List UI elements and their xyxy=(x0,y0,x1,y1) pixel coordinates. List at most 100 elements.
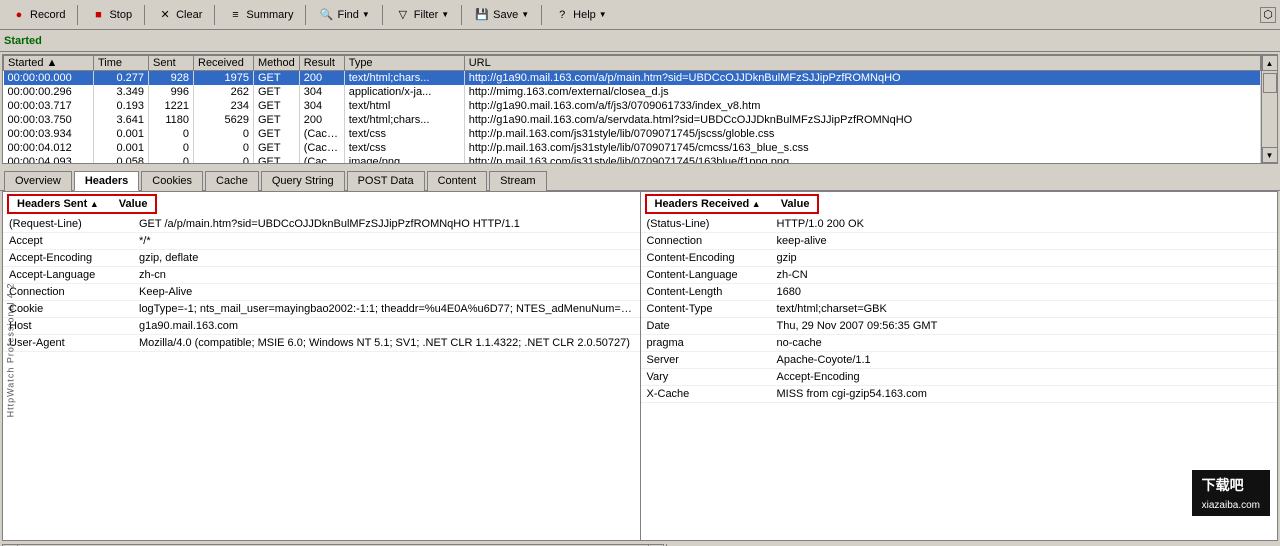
help-icon: ? xyxy=(554,7,570,23)
list-item: User-AgentMozilla/4.0 (compatible; MSIE … xyxy=(3,335,640,352)
detail-container: Headers Sent Value (Request-Line)GET /a/… xyxy=(2,191,1278,541)
table-row[interactable]: 00:00:03.7503.64111805629GET200text/html… xyxy=(4,113,1277,127)
tabs-container: Overview Headers Cookies Cache Query Str… xyxy=(0,166,1280,191)
scroll-up-button[interactable]: ▲ xyxy=(1262,55,1278,71)
status-bar-top: Started xyxy=(0,30,1280,52)
summary-label: Summary xyxy=(246,9,293,21)
record-label: Record xyxy=(30,9,65,21)
side-label: HttpWatch Professional 4.2 xyxy=(5,283,15,418)
expand-button[interactable]: ⬡ xyxy=(1260,7,1276,23)
list-item: Content-Languagezh-CN xyxy=(641,267,1278,284)
left-panel-header-box: Headers Sent Value xyxy=(7,194,157,214)
help-dropdown-icon: ▼ xyxy=(599,10,607,19)
save-label: Save xyxy=(493,9,518,21)
filter-icon: ▽ xyxy=(395,7,411,23)
list-item: Content-Length1680 xyxy=(641,284,1278,301)
toolbar: ● Record ■ Stop ✕ Clear ≡ Summary 🔍 Find… xyxy=(0,0,1280,30)
stop-label: Stop xyxy=(109,9,132,21)
summary-icon: ≡ xyxy=(227,7,243,23)
col-started-header[interactable]: Started ▲ xyxy=(4,56,94,71)
left-panel: Headers Sent Value (Request-Line)GET /a/… xyxy=(3,192,641,540)
tab-headers[interactable]: Headers xyxy=(74,171,139,191)
table-row[interactable]: 00:00:03.7170.1931221234GET304text/htmlh… xyxy=(4,99,1277,113)
separator-3 xyxy=(214,5,215,25)
vertical-scrollbar[interactable]: ▲ ▼ xyxy=(1261,55,1277,163)
list-item: Content-Encodinggzip xyxy=(641,250,1278,267)
save-icon: 💾 xyxy=(474,7,490,23)
stop-icon: ■ xyxy=(90,7,106,23)
left-panel-content: (Request-Line)GET /a/p/main.htm?sid=UBDC… xyxy=(3,216,640,540)
left-col-headers-sent[interactable]: Headers Sent xyxy=(17,198,99,210)
list-item: pragmano-cache xyxy=(641,335,1278,352)
find-icon: 🔍 xyxy=(318,7,334,23)
tab-content[interactable]: Content xyxy=(427,171,488,191)
col-result-header[interactable]: Result xyxy=(299,56,344,71)
help-label: Help xyxy=(573,9,596,21)
col-sent-header[interactable]: Sent xyxy=(149,56,194,71)
filter-label: Filter xyxy=(414,9,438,21)
table-row[interactable]: 00:00:00.0000.2779281975GET200text/html;… xyxy=(4,71,1277,86)
list-item: VaryAccept-Encoding xyxy=(641,369,1278,386)
left-col-value[interactable]: Value xyxy=(119,198,148,210)
separator-5 xyxy=(382,5,383,25)
record-button[interactable]: ● Record xyxy=(4,3,72,27)
scroll-down-button[interactable]: ▼ xyxy=(1262,147,1278,163)
col-type-header[interactable]: Type xyxy=(344,56,464,71)
request-table: Started ▲ Time Sent Received Method Resu… xyxy=(3,55,1277,164)
tab-query-string[interactable]: Query String xyxy=(261,171,345,191)
tab-cookies[interactable]: Cookies xyxy=(141,171,203,191)
separator-7 xyxy=(541,5,542,25)
list-item: Connectionkeep-alive xyxy=(641,233,1278,250)
tab-cache[interactable]: Cache xyxy=(205,171,259,191)
table-row[interactable]: 00:00:04.0120.00100GET(Cache)text/csshtt… xyxy=(4,141,1277,155)
separator-6 xyxy=(461,5,462,25)
separator-4 xyxy=(305,5,306,25)
filter-button[interactable]: ▽ Filter ▼ xyxy=(388,3,456,27)
right-data-table: (Status-Line)HTTP/1.0 200 OKConnectionke… xyxy=(641,216,1278,403)
col-received-header[interactable]: Received xyxy=(194,56,254,71)
table-row[interactable]: 00:00:04.0930.05800GET(Cache)image/pnght… xyxy=(4,155,1277,164)
scroll-thumb[interactable] xyxy=(1263,73,1277,93)
save-dropdown-icon: ▼ xyxy=(521,10,529,19)
col-method-header[interactable]: Method xyxy=(254,56,300,71)
filter-dropdown-icon: ▼ xyxy=(441,10,449,19)
list-item: DateThu, 29 Nov 2007 09:56:35 GMT xyxy=(641,318,1278,335)
status-label: Started xyxy=(4,35,42,47)
help-button[interactable]: ? Help ▼ xyxy=(547,3,614,27)
save-button[interactable]: 💾 Save ▼ xyxy=(467,3,536,27)
find-dropdown-icon: ▼ xyxy=(362,10,370,19)
separator-1 xyxy=(77,5,78,25)
list-item: Accept-Encodinggzip, deflate xyxy=(3,250,640,267)
left-data-table: (Request-Line)GET /a/p/main.htm?sid=UBDC… xyxy=(3,216,640,352)
tab-stream[interactable]: Stream xyxy=(489,171,546,191)
side-label-container: HttpWatch Professional 4.2 xyxy=(0,250,20,450)
request-table-container: Started ▲ Time Sent Received Method Resu… xyxy=(2,54,1278,164)
left-panel-header: Headers Sent Value xyxy=(3,192,640,216)
right-panel-header-box: Headers Received Value xyxy=(645,194,820,214)
clear-icon: ✕ xyxy=(157,7,173,23)
table-row[interactable]: 00:00:00.2963.349996262GET304application… xyxy=(4,85,1277,99)
col-time-header[interactable]: Time xyxy=(94,56,149,71)
list-item: Accept*/* xyxy=(3,233,640,250)
stop-button[interactable]: ■ Stop xyxy=(83,3,139,27)
list-item: Content-Typetext/html;charset=GBK xyxy=(641,301,1278,318)
right-col-value[interactable]: Value xyxy=(781,198,810,210)
list-item: (Request-Line)GET /a/p/main.htm?sid=UBDC… xyxy=(3,216,640,233)
summary-button[interactable]: ≡ Summary xyxy=(220,3,300,27)
list-item: ConnectionKeep-Alive xyxy=(3,284,640,301)
col-url-header[interactable]: URL xyxy=(464,56,1260,71)
right-panel: Headers Received Value (Status-Line)HTTP… xyxy=(641,192,1278,540)
separator-2 xyxy=(144,5,145,25)
list-item: Accept-Languagezh-cn xyxy=(3,267,640,284)
list-item: Hostg1a90.mail.163.com xyxy=(3,318,640,335)
tab-overview[interactable]: Overview xyxy=(4,171,72,191)
right-col-headers-received[interactable]: Headers Received xyxy=(655,198,761,210)
tab-post-data[interactable]: POST Data xyxy=(347,171,425,191)
watermark: 下载吧 xiazaiba.com xyxy=(1192,470,1270,516)
table-row[interactable]: 00:00:03.9340.00100GET(Cache)text/csshtt… xyxy=(4,127,1277,141)
clear-label: Clear xyxy=(176,9,202,21)
clear-button[interactable]: ✕ Clear xyxy=(150,3,209,27)
watermark-text: 下载吧 xyxy=(1202,477,1244,493)
record-icon: ● xyxy=(11,7,27,23)
find-button[interactable]: 🔍 Find ▼ xyxy=(311,3,376,27)
